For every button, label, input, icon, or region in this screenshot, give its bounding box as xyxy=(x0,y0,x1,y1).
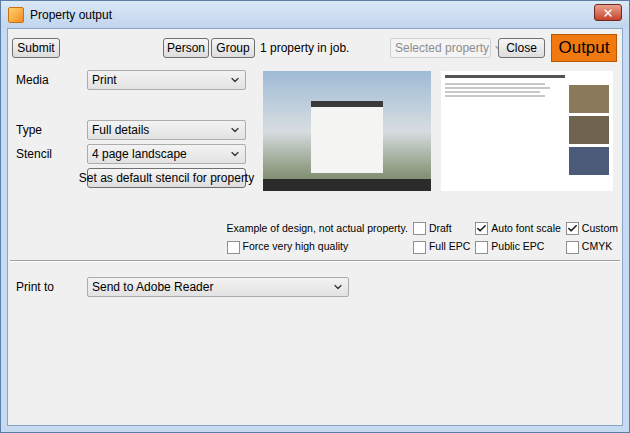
option-checkbox[interactable]: Custom xyxy=(566,221,618,237)
option-checkbox[interactable]: Public EPC xyxy=(475,239,560,255)
media-row: Media Print xyxy=(16,70,246,90)
checkbox-box[interactable] xyxy=(413,222,426,235)
checkbox-box[interactable] xyxy=(413,241,426,254)
close-window-button[interactable] xyxy=(594,4,622,21)
title-bar: Property output xyxy=(1,1,629,28)
checkbox-label: Auto font scale xyxy=(491,221,560,237)
checkbox-label: Draft xyxy=(429,221,452,237)
option-checkbox[interactable]: Draft xyxy=(413,221,470,237)
checkbox-box[interactable] xyxy=(566,222,579,235)
print-to-row: Print to Send to Adobe Reader xyxy=(8,277,622,297)
preview-note: Example of design, not actual property. xyxy=(227,221,408,237)
scope-select[interactable]: Selected property xyxy=(390,38,491,58)
submit-button[interactable]: Submit xyxy=(12,38,60,58)
print-to-select[interactable]: Send to Adobe Reader xyxy=(87,277,349,297)
app-icon xyxy=(8,7,24,23)
option-checkbox[interactable]: CMYK xyxy=(566,239,618,255)
checkbox-label: CMYK xyxy=(582,239,612,255)
select-value: 4 page landscape xyxy=(92,145,187,163)
field-label: Type xyxy=(16,121,87,139)
form-column: Media Print Type Full details Stencil 4 page … xyxy=(8,70,246,191)
main-section: Media Print Type Full details Stencil 4 page … xyxy=(8,70,622,191)
checkbox-label: Custom xyxy=(582,221,618,237)
dropdown-arrow-icon xyxy=(229,148,241,160)
default-stencil-button[interactable]: Set as default stencil for property xyxy=(87,168,246,188)
dialog-body: Submit PersonGroup 1 property in job. Selec… xyxy=(7,28,623,426)
checkbox-label: Full EPC xyxy=(429,239,470,255)
checkbox-label: Public EPC xyxy=(491,239,544,255)
type-row: Type Full details xyxy=(16,120,246,140)
field-select[interactable]: Print xyxy=(87,70,246,90)
select-value: Send to Adobe Reader xyxy=(92,278,213,296)
person-button[interactable]: Person xyxy=(163,38,209,58)
check-icon xyxy=(567,223,578,234)
option-checkbox[interactable]: Force very high quality xyxy=(227,239,408,255)
field-label: Stencil xyxy=(16,145,87,163)
property-photo xyxy=(263,71,431,191)
toolbar: Submit PersonGroup 1 property in job. Selec… xyxy=(8,34,622,62)
window-title: Property output xyxy=(30,6,112,24)
close-button[interactable]: Close xyxy=(498,38,545,58)
option-checkbox[interactable]: Auto font scale xyxy=(475,221,560,237)
field-select[interactable]: 4 page landscape xyxy=(87,144,246,164)
preview-column xyxy=(263,71,613,191)
dropdown-arrow-icon xyxy=(332,281,344,293)
checkbox-label: Force very high quality xyxy=(243,239,349,255)
option-checkbox[interactable]: Full EPC xyxy=(413,239,470,255)
select-value: Full details xyxy=(92,121,149,139)
checkbox-box[interactable] xyxy=(475,222,488,235)
field-label: Print to xyxy=(16,278,87,296)
dropdown-arrow-icon xyxy=(229,74,241,86)
select-value: Print xyxy=(92,71,117,89)
field-label: Media xyxy=(16,71,87,89)
stencil-row: Stencil 4 page landscape xyxy=(16,144,246,164)
options-section: Example of design, not actual property. D… xyxy=(8,221,622,256)
window: Property output Submit PersonGroup 1 proper… xyxy=(0,0,630,433)
separator xyxy=(10,260,620,262)
close-icon xyxy=(602,7,614,19)
check-icon xyxy=(476,223,487,234)
dropdown-arrow-icon xyxy=(229,124,241,136)
select-value: Selected property xyxy=(395,39,489,57)
document-preview xyxy=(441,71,613,191)
checkbox-box[interactable] xyxy=(566,241,579,254)
checkbox-box[interactable] xyxy=(475,241,488,254)
field-select[interactable]: Full details xyxy=(87,120,246,140)
job-count: 1 property in job. xyxy=(260,39,349,57)
group-button[interactable]: Group xyxy=(211,38,255,58)
output-button[interactable]: Output xyxy=(551,34,617,62)
checkbox-box[interactable] xyxy=(227,241,240,254)
